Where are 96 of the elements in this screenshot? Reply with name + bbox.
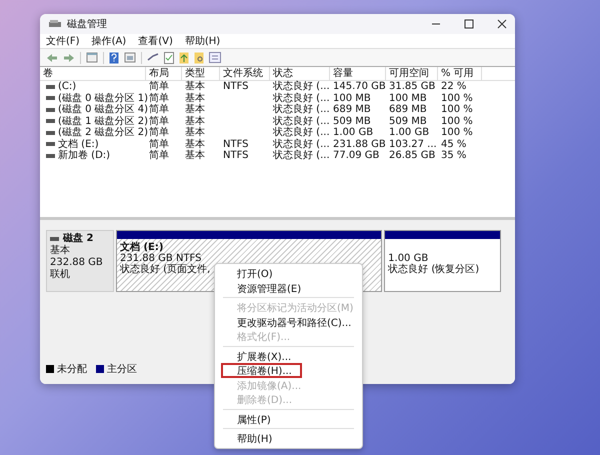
legend-label: 未分配 xyxy=(57,362,87,376)
context-menu-item[interactable]: 更改驱动器号和路径(C)... xyxy=(223,314,354,329)
table-cell-text: 状态良好 (... xyxy=(273,92,330,104)
partition-label: 文档 (E:) xyxy=(120,242,164,253)
table-cell: 100 % xyxy=(441,116,473,127)
disk-name: 磁盘 2 xyxy=(63,233,94,244)
table-cell: NTFS xyxy=(223,138,249,150)
column-header[interactable]: % 可用 xyxy=(438,67,482,80)
table-cell: 145.70 GB xyxy=(333,81,386,92)
table-cell: 689 MB xyxy=(389,104,427,116)
partition-size: 1.00 GB xyxy=(388,253,428,264)
forward-arrow-icon[interactable] xyxy=(63,52,75,62)
table-cell-text: 状态良好 (... xyxy=(273,116,330,126)
table-cell: 26.85 GB xyxy=(389,150,436,162)
context-menu-item[interactable]: 打开(O) xyxy=(223,266,354,280)
context-menu-item[interactable]: 压缩卷(H)... xyxy=(221,363,302,378)
column-header[interactable]: 文件系统 xyxy=(220,67,270,80)
table-cell-text: 基本 xyxy=(185,116,205,126)
window-title: 磁盘管理 xyxy=(67,18,107,31)
folder-up-icon[interactable] xyxy=(179,52,189,64)
table-cell: 1.00 GB xyxy=(389,127,430,138)
table-cell-text: 状态良好 (... xyxy=(273,138,330,150)
table-cell: 1.00 GB xyxy=(333,127,374,138)
menu-item[interactable]: 操作(A) xyxy=(92,34,126,48)
column-header[interactable]: 容量 xyxy=(330,67,386,80)
table-cell: 简单 xyxy=(149,150,169,162)
window-icon[interactable] xyxy=(124,52,136,63)
table-cell: 100 % xyxy=(441,92,473,104)
table-cell: (C:) xyxy=(58,81,76,92)
maximize-icon[interactable] xyxy=(464,19,474,29)
menu-item[interactable]: 帮助(H) xyxy=(184,34,220,48)
partition-size: 231.88 GB NTFS xyxy=(120,253,202,264)
table-cell: NTFS xyxy=(223,81,249,92)
table-cell: 100 MB xyxy=(333,92,371,104)
context-menu-item[interactable]: 资源管理器(E) xyxy=(223,280,354,295)
table-cell-text: 基本 xyxy=(185,138,205,150)
table-cell: 状态良好 (... xyxy=(273,150,330,162)
table-cell: 689 MB xyxy=(333,104,371,116)
table-cell: NTFS xyxy=(223,150,249,162)
table-cell: 状态良好 (... xyxy=(273,81,330,92)
partition-status: 状态良好 (页面文件, xyxy=(120,264,210,275)
table-cell: 新加卷 (D:) xyxy=(58,150,110,162)
context-menu-item[interactable]: 扩展卷(X)... xyxy=(223,348,354,363)
folder-search-icon[interactable] xyxy=(194,52,204,64)
table-cell: 100 % xyxy=(441,104,473,116)
menu-item[interactable]: 查看(V) xyxy=(138,34,173,48)
column-header[interactable]: 卷 xyxy=(40,67,146,80)
disk-size: 232.88 GB xyxy=(50,257,104,268)
close-icon[interactable] xyxy=(497,19,507,29)
column-header[interactable]: 布局 xyxy=(146,67,182,80)
table-cell-text: 文档 (E:) xyxy=(58,138,99,150)
column-header[interactable]: 类型 xyxy=(182,67,220,80)
table-cell-text: 简单 xyxy=(149,92,169,104)
table-cell: 基本 xyxy=(185,81,205,92)
disk-type: 基本 xyxy=(50,245,71,257)
partition-status: 状态良好 (恢复分区) xyxy=(388,264,480,275)
table-cell: 31.85 GB xyxy=(389,81,436,92)
column-header[interactable]: 状态 xyxy=(270,67,330,80)
disk-info-panel[interactable]: 磁盘 2 基本 232.88 GB 联机 xyxy=(46,230,114,292)
table-cell-text: 简单 xyxy=(149,116,169,126)
window-icon[interactable] xyxy=(86,52,98,63)
table-cell: 231.88 GB xyxy=(333,138,386,150)
table-cell: 509 MB xyxy=(389,116,427,127)
table-cell: (磁盘 2 磁盘分区 2) xyxy=(58,127,148,138)
column-header[interactable]: 可用空间 xyxy=(386,67,438,80)
table-cell: (磁盘 0 磁盘分区 1) xyxy=(58,92,148,104)
table-cell: 100 % xyxy=(441,127,473,138)
table-cell: 简单 xyxy=(149,104,169,116)
context-menu-item[interactable]: 帮助(H) xyxy=(223,431,354,446)
table-cell: 状态良好 (... xyxy=(273,104,330,116)
table-cell: (磁盘 0 磁盘分区 4) xyxy=(58,104,148,116)
table-cell: 509 MB xyxy=(333,116,371,127)
table-cell-text: 基本 xyxy=(185,92,205,104)
properties-icon[interactable] xyxy=(209,52,221,63)
table-cell: 22 % xyxy=(441,81,466,92)
table-cell: 简单 xyxy=(149,81,169,92)
table-cell: 103.27 ... xyxy=(389,138,437,150)
menu-item[interactable]: 文件(F) xyxy=(46,34,80,48)
table-cell: 基本 xyxy=(185,127,205,138)
table-cell: (磁盘 1 磁盘分区 2) xyxy=(58,116,148,127)
legend-label: 主分区 xyxy=(107,362,137,376)
table-cell: 77.09 GB xyxy=(333,150,380,162)
table-cell: 简单 xyxy=(149,127,169,138)
table-cell: 基本 xyxy=(185,104,205,116)
table-cell: 35 % xyxy=(441,150,466,162)
table-cell: 100 MB xyxy=(389,92,427,104)
back-arrow-icon[interactable] xyxy=(46,52,58,62)
help-icon[interactable] xyxy=(109,52,119,64)
disk-status: 联机 xyxy=(50,269,71,281)
checklist-icon[interactable] xyxy=(164,52,174,64)
table-cell-text: 简单 xyxy=(149,138,169,150)
context-menu-item[interactable]: 属性(P) xyxy=(223,412,354,426)
table-cell: 45 % xyxy=(441,138,466,150)
table-cell: 基本 xyxy=(185,150,205,162)
partition-block[interactable]: 1.00 GB 状态良好 (恢复分区) xyxy=(384,230,501,292)
table-cell: 状态良好 (... xyxy=(273,127,330,138)
